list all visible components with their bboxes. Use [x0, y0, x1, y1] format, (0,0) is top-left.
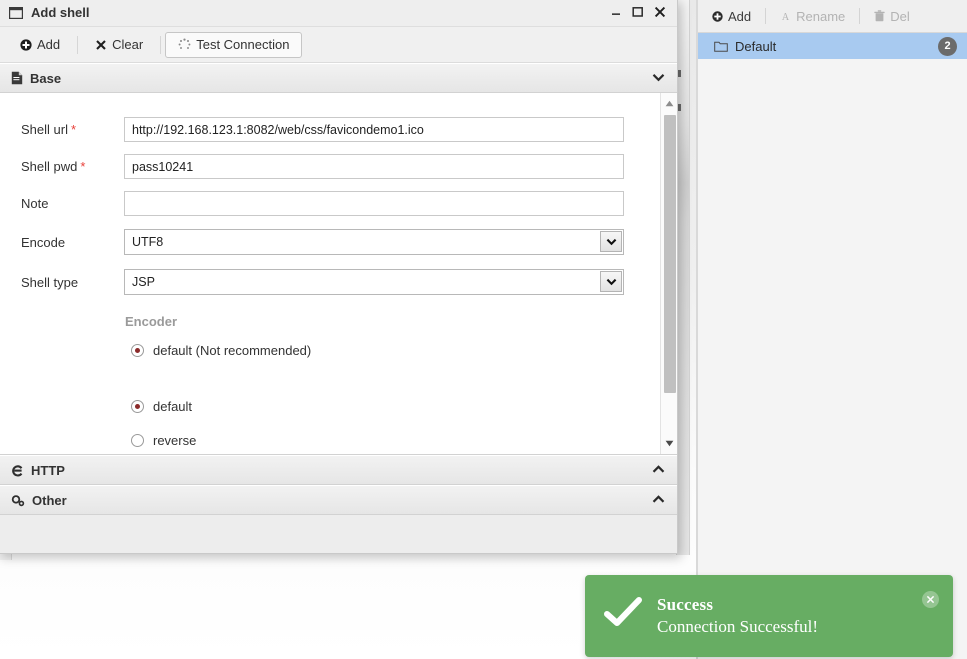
label-shell-url: Shell url *	[21, 122, 77, 137]
spinner-icon	[178, 38, 191, 51]
folders-del-button[interactable]: Del	[860, 0, 924, 33]
field-row-note: Note	[0, 185, 677, 222]
label-shell-type: Shell type	[21, 274, 79, 290]
toast-title: Success	[657, 595, 714, 614]
label-note: Note	[21, 196, 49, 211]
form-vertical-scrollbar[interactable]	[660, 93, 677, 454]
svg-text:A: A	[782, 12, 790, 22]
chevron-down-icon[interactable]	[600, 271, 622, 292]
add-button[interactable]: Add	[7, 32, 73, 58]
radio-decoder-default[interactable]	[131, 399, 144, 413]
success-toast: Success Connection Successful!	[585, 575, 953, 657]
shell-type-select-value: JSP	[124, 269, 624, 295]
shell-pwd-input[interactable]	[124, 154, 624, 179]
screen-root: Add A Rename Del Default 2 Add shell Add…	[0, 0, 967, 659]
section-label-base: Base	[30, 70, 62, 86]
background-hidden-column	[676, 0, 690, 555]
test-connection-button[interactable]: Test Connection	[165, 31, 303, 58]
gears-icon	[11, 494, 25, 507]
radio-label-encoder-default-nr: default (Not recommended)	[153, 342, 312, 358]
note-input[interactable]	[124, 191, 624, 216]
label-encode: Encode	[21, 234, 66, 250]
field-row-shell-pwd: Shell pwd *	[0, 148, 677, 185]
encoder-group-title: Encoder	[125, 314, 178, 329]
plus-circle-icon	[20, 38, 32, 51]
folder-icon	[714, 40, 728, 52]
base-form-area: Shell url* Shell pwd* Note Encode	[0, 93, 677, 455]
section-header-http[interactable]: HTTP	[0, 455, 677, 485]
radio-row-encoder-default-nr[interactable]: default (Not recommended)	[0, 333, 677, 367]
shell-type-select[interactable]: JSP	[124, 269, 624, 295]
toast-message: Connection Successful!	[657, 617, 818, 636]
section-header-other[interactable]: Other	[0, 485, 677, 515]
http-icon	[11, 464, 24, 477]
base-form-fields: Shell url* Shell pwd* Note Encode	[0, 93, 677, 454]
clear-button[interactable]: Clear	[82, 32, 156, 58]
required-marker: *	[70, 122, 77, 137]
scroll-up-icon[interactable]	[661, 95, 677, 112]
window-controls	[611, 6, 671, 20]
toast-text: Success Connection Successful!	[657, 595, 818, 637]
folder-item-label: Default	[735, 38, 777, 54]
field-row-shell-type: Shell type JSP	[0, 262, 677, 302]
cross-icon	[95, 39, 107, 51]
chevron-down-icon	[652, 71, 665, 85]
toolbar-separator	[160, 35, 162, 54]
toolbar-separator	[77, 35, 79, 54]
folders-add-label: Add	[728, 8, 752, 24]
field-row-shell-url: Shell url *	[0, 111, 677, 148]
toast-close-icon[interactable]	[922, 591, 939, 608]
test-connection-label: Test Connection	[196, 37, 290, 52]
folder-item-badge: 2	[938, 36, 957, 56]
add-button-label: Add	[37, 37, 61, 52]
label-shell-pwd: Shell pwd *	[21, 159, 86, 174]
folders-rename-button[interactable]: A Rename	[766, 0, 859, 33]
folders-del-label: Del	[890, 8, 910, 24]
section-label-other: Other	[32, 492, 67, 508]
folders-add-button[interactable]: Add	[698, 0, 765, 33]
dialog-titlebar[interactable]: Add shell	[0, 0, 677, 27]
trash-icon	[874, 10, 885, 22]
radio-label-decoder-default: default	[153, 398, 193, 414]
plus-circle-icon	[712, 10, 723, 22]
chevron-down-icon[interactable]	[600, 231, 622, 252]
folders-toolbar: Add A Rename Del	[698, 0, 967, 33]
encode-select-value: UTF8	[124, 229, 624, 255]
window-icon	[9, 6, 23, 19]
scroll-down-icon[interactable]	[661, 435, 677, 452]
shell-url-input[interactable]	[124, 117, 624, 142]
radio-row-decoder-default[interactable]: default	[0, 389, 677, 423]
check-icon	[603, 596, 643, 636]
folders-list: Default 2	[698, 33, 967, 659]
radio-label-decoder-reverse: reverse	[153, 432, 197, 448]
dialog-toolbar: Add Clear Test Connection	[0, 27, 677, 63]
minimize-icon[interactable]	[611, 6, 622, 19]
encode-select[interactable]: UTF8	[124, 229, 624, 255]
maximize-icon[interactable]	[632, 6, 644, 20]
field-row-encode: Encode UTF8	[0, 222, 677, 262]
folders-rename-label: Rename	[796, 8, 846, 24]
required-marker: *	[80, 159, 86, 174]
text-cursor-icon: A	[780, 11, 791, 22]
scrollbar-thumb[interactable]	[664, 115, 676, 393]
dialog-title: Add shell	[31, 5, 90, 20]
section-header-base[interactable]: Base	[0, 63, 677, 93]
clear-button-label: Clear	[112, 37, 144, 52]
chevron-up-icon	[652, 463, 665, 477]
folders-panel: Add A Rename Del Default 2	[698, 0, 967, 659]
close-icon[interactable]	[654, 6, 666, 20]
background-tick-mark	[678, 70, 681, 77]
folder-item-default[interactable]: Default 2	[698, 33, 967, 59]
document-icon	[11, 71, 23, 85]
background-tick-mark	[678, 104, 681, 111]
section-label-http: HTTP	[31, 462, 65, 478]
radio-encoder-default-nr[interactable]	[131, 343, 144, 357]
radio-row-decoder-reverse[interactable]: reverse	[0, 423, 677, 454]
add-shell-dialog: Add shell Add Clear Test Connection Base…	[0, 0, 678, 554]
chevron-up-icon	[652, 493, 665, 507]
radio-decoder-reverse[interactable]	[131, 433, 144, 447]
